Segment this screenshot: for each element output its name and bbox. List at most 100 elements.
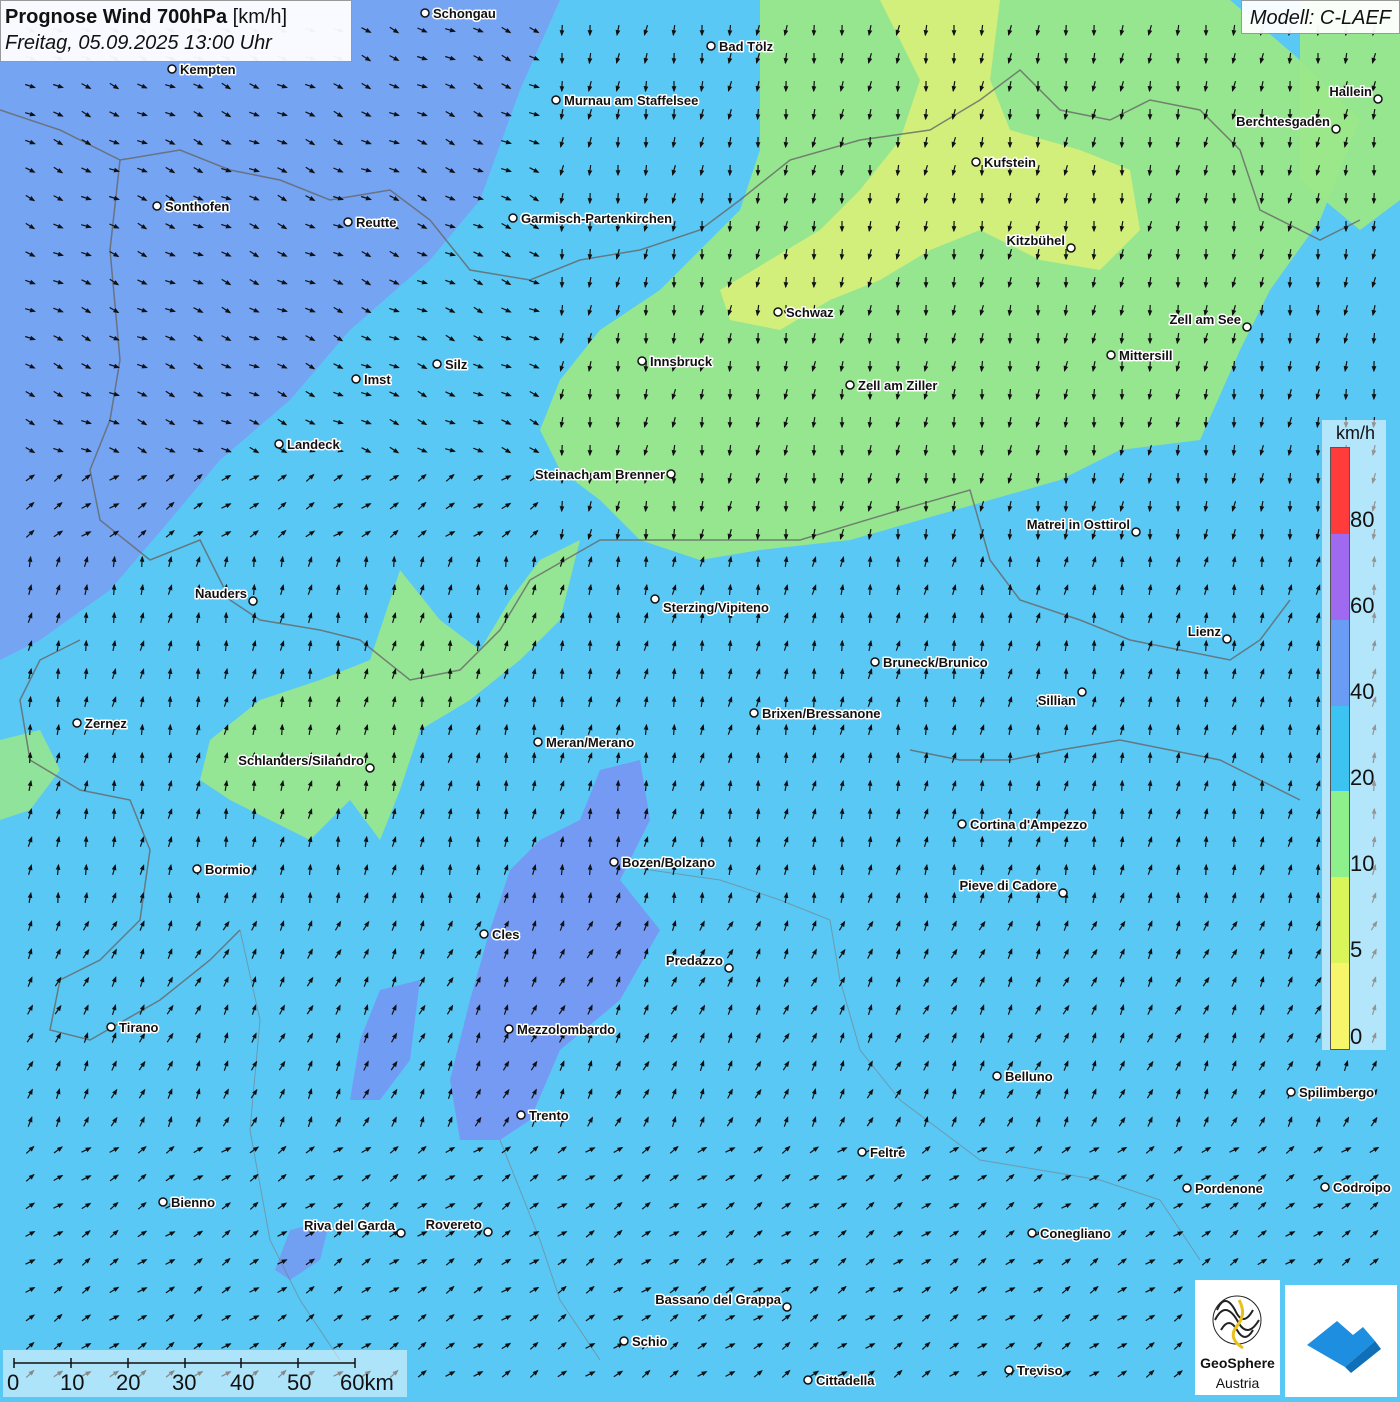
city-marker: Bozen/Bolzano xyxy=(610,855,715,870)
title-unit: [km/h] xyxy=(233,6,287,28)
wind-arrow xyxy=(898,361,899,371)
city-marker: Schongau xyxy=(421,6,496,21)
city-label: Schlanders/Silandro xyxy=(238,753,364,768)
city-dot xyxy=(1067,244,1075,252)
wind-arrow xyxy=(870,585,871,595)
wind-arrow xyxy=(394,753,395,763)
wind-arrow xyxy=(366,781,367,791)
city-dot xyxy=(168,65,176,73)
wind-arrow xyxy=(170,725,171,735)
city-dot xyxy=(1005,1366,1013,1374)
wind-arrow xyxy=(1094,249,1095,259)
wind-arrow xyxy=(450,641,451,651)
city-label: Bruneck/Brunico xyxy=(883,655,988,670)
wind-arrow xyxy=(758,109,759,119)
city-label: Bozen/Bolzano xyxy=(622,855,715,870)
city-label: Zernez xyxy=(85,716,127,731)
city-dot xyxy=(249,597,257,605)
wind-arrow xyxy=(926,249,927,259)
wind-arrow xyxy=(1206,417,1207,427)
city-label: Pieve di Cadore xyxy=(959,878,1057,893)
city-label: Reutte xyxy=(356,215,396,230)
wind-arrow xyxy=(562,893,563,903)
weather-app-icon xyxy=(1285,1285,1397,1397)
wind-arrow xyxy=(1066,501,1067,511)
legend-color-segment xyxy=(1331,963,1349,1050)
city-dot xyxy=(1028,1229,1036,1237)
wind-arrow xyxy=(786,137,787,147)
wind-arrow xyxy=(702,417,703,427)
wind-arrow xyxy=(898,725,899,735)
city-label: Zell am Ziller xyxy=(858,378,937,393)
city-marker: Murnau am Staffelsee xyxy=(552,93,698,108)
city-label: Lienz xyxy=(1188,624,1222,639)
wind-arrow xyxy=(1178,893,1179,903)
wind-arrow xyxy=(1318,865,1319,875)
city-label: Silz xyxy=(445,357,468,372)
city-label: Brixen/Bressanone xyxy=(762,706,881,721)
wind-arrow xyxy=(982,613,983,623)
wind-arrow xyxy=(1010,585,1011,595)
city-label: Kufstein xyxy=(984,155,1036,170)
wind-arrow xyxy=(1010,753,1011,763)
scale-label: 50 xyxy=(287,1370,311,1396)
city-marker: Garmisch-Partenkirchen xyxy=(509,211,672,226)
wind-arrow xyxy=(1234,361,1235,371)
city-label: Garmisch-Partenkirchen xyxy=(521,211,672,226)
city-dot xyxy=(484,1228,492,1236)
city-label: Cles xyxy=(492,927,519,942)
wind-arrow xyxy=(954,641,955,651)
wind-arrow xyxy=(814,669,815,679)
geosphere-name: GeoSphere xyxy=(1195,1355,1280,1371)
wind-arrow xyxy=(982,585,983,595)
city-label: Murnau am Staffelsee xyxy=(564,93,698,108)
wind-arrow xyxy=(926,697,927,707)
wind-arrow xyxy=(58,697,59,707)
wind-arrow xyxy=(954,865,955,875)
forecast-datetime: Freitag, 05.09.2025 13:00 Uhr xyxy=(5,30,347,56)
wind-arrow xyxy=(870,781,871,791)
city-dot xyxy=(667,470,675,478)
wind-arrow xyxy=(450,865,451,875)
wind-arrow xyxy=(422,697,423,707)
city-label: Kitzbühel xyxy=(1007,233,1066,248)
city-marker: Innsbruck xyxy=(638,354,713,369)
wind-arrow xyxy=(1122,585,1123,595)
city-dot xyxy=(610,858,618,866)
wind-arrow xyxy=(1038,277,1039,287)
city-dot xyxy=(725,964,733,972)
wind-arrow xyxy=(142,557,143,567)
city-dot xyxy=(1059,889,1067,897)
wind-arrow xyxy=(1318,81,1319,91)
wind-arrow xyxy=(674,893,675,903)
wind-arrow xyxy=(618,417,619,427)
city-dot xyxy=(505,1025,513,1033)
city-dot xyxy=(421,9,429,17)
wind-arrow xyxy=(898,557,899,567)
city-dot xyxy=(1287,1088,1295,1096)
wind-arrow xyxy=(1178,109,1179,119)
city-dot xyxy=(275,440,283,448)
wind-arrow xyxy=(1094,389,1095,399)
wind-arrow xyxy=(114,613,115,623)
wind-arrow xyxy=(730,221,731,231)
wind-arrow xyxy=(1374,137,1375,147)
city-label: Riva del Garda xyxy=(304,1218,396,1233)
city-label: Steinach am Brenner xyxy=(535,467,665,482)
city-dot xyxy=(1321,1183,1329,1191)
city-dot xyxy=(774,308,782,316)
wind-arrow xyxy=(814,501,815,511)
wind-arrow xyxy=(1262,557,1263,567)
wind-arrow xyxy=(926,725,927,735)
wind-arrow xyxy=(926,893,927,903)
wind-arrow xyxy=(562,697,563,707)
wind-map: SchongauBad TölzKemptenMurnau am Staffel… xyxy=(0,0,1400,1400)
wind-arrow xyxy=(170,893,171,903)
wind-arrow xyxy=(982,221,983,231)
wind-arrow xyxy=(562,669,563,679)
city-dot xyxy=(1243,323,1251,331)
wind-arrow xyxy=(338,837,339,847)
title-box: Prognose Wind 700hPa [km/h] Freitag, 05.… xyxy=(0,0,352,62)
city-dot xyxy=(366,764,374,772)
city-label: Spilimbergo xyxy=(1299,1085,1374,1100)
